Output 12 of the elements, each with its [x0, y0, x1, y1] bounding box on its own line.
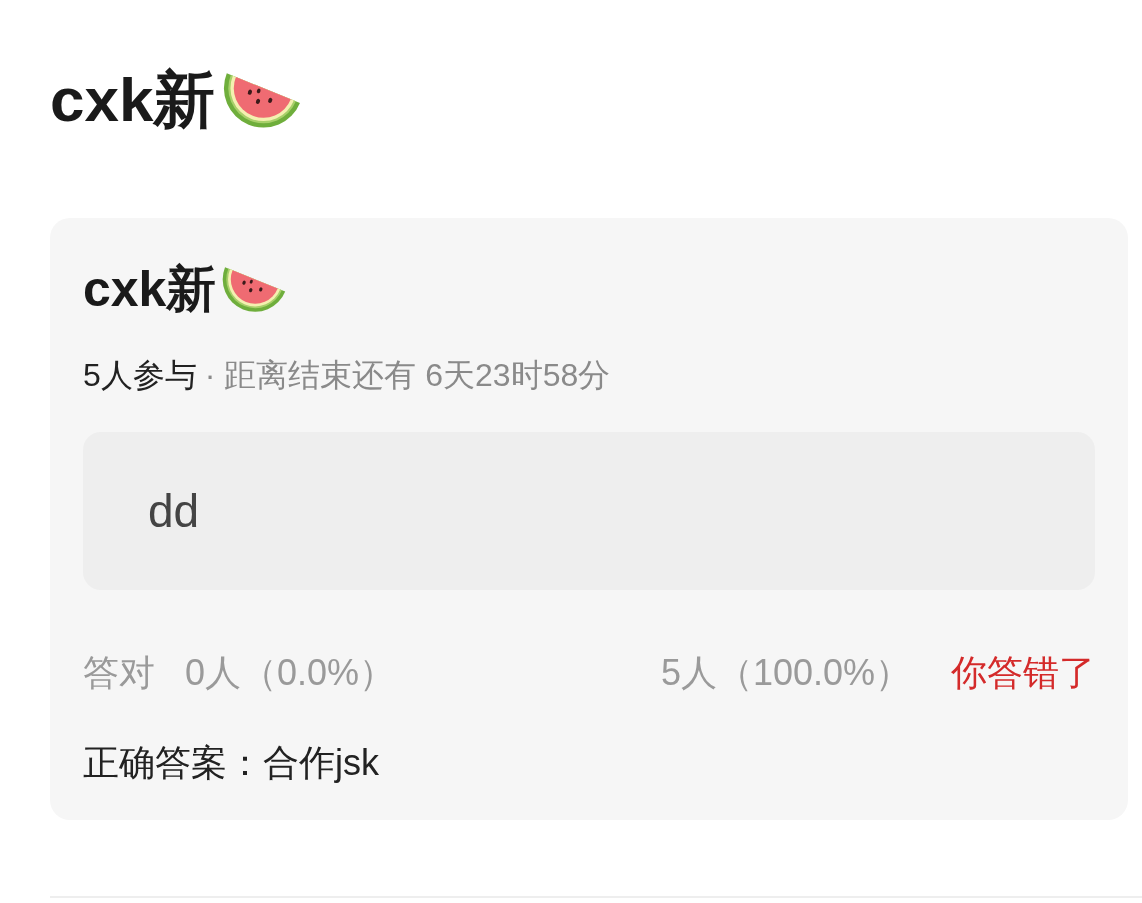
wrong-count: 5人（100.0%） [660, 651, 911, 695]
participant-count: 5人参与 [83, 356, 197, 395]
correct-count: 0人（0.0%） [185, 651, 396, 695]
watermelon-icon [223, 71, 302, 129]
countdown-text: · 距离结束还有 6天23时58分 [204, 356, 611, 395]
result-text: 你答错了 [951, 651, 1095, 695]
answer-option: dd [83, 432, 1095, 590]
correct-answer-text: 正确答案：合作jsk [83, 741, 380, 785]
page-title: cxk新 [50, 63, 216, 136]
watermelon-icon [222, 265, 287, 313]
correct-label: 答对 [83, 651, 155, 695]
quiz-title: cxk新 [83, 259, 217, 319]
